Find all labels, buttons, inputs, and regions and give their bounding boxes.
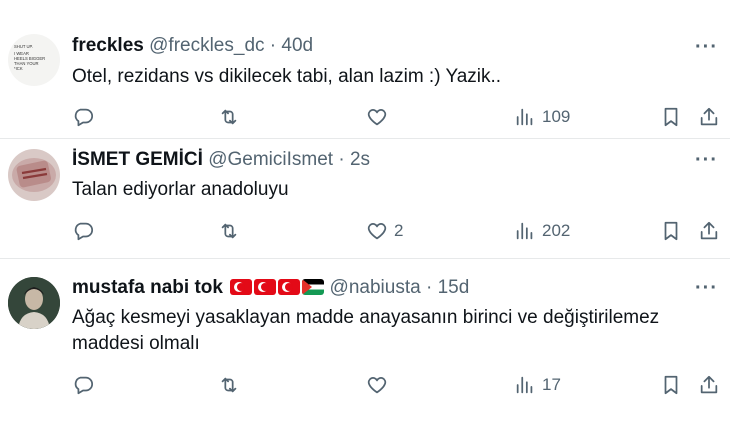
user-handle[interactable]: @GemiciIsmet xyxy=(208,149,333,170)
tweet-text: Ağaç kesmeyi yasaklayan madde anayasanın… xyxy=(72,307,660,354)
share-icon xyxy=(700,221,718,240)
svg-text:SHUT UP.: SHUT UP. xyxy=(14,44,33,49)
bookmark-icon xyxy=(664,375,678,395)
timestamp[interactable]: 40d xyxy=(281,35,313,56)
reply-button[interactable] xyxy=(72,104,100,130)
avatar[interactable]: SHUT UP. I WEAR HEELS BIGGER THAN YOUR *… xyxy=(8,34,60,86)
share-icon xyxy=(700,375,718,394)
views-icon xyxy=(516,222,533,240)
bookmark-button[interactable] xyxy=(660,372,682,398)
views-button[interactable]: 202 xyxy=(514,218,570,244)
tweet-header: freckles @freckles_dc · 40d xyxy=(72,34,313,58)
more-options-icon[interactable]: ··· xyxy=(695,36,718,59)
separator: · xyxy=(338,149,345,170)
turkey-flag-icon xyxy=(278,279,301,295)
bookmark-button[interactable] xyxy=(660,104,682,130)
bookmark-button[interactable] xyxy=(660,218,682,244)
views-icon xyxy=(516,108,533,126)
retweet-icon xyxy=(221,377,237,393)
palestine-flag-icon xyxy=(302,279,325,295)
views-button[interactable]: 17 xyxy=(514,372,561,398)
turkey-flag-icon xyxy=(230,279,253,295)
separator: · xyxy=(269,35,277,56)
reply-button[interactable] xyxy=(72,218,100,244)
share-button[interactable] xyxy=(698,372,720,398)
bookmark-icon xyxy=(664,107,678,127)
user-handle[interactable]: @nabiusta xyxy=(330,277,421,298)
reply-icon xyxy=(74,376,94,395)
like-count: 2 xyxy=(394,221,404,240)
avatar[interactable] xyxy=(8,277,60,329)
like-icon xyxy=(367,223,387,240)
reply-icon xyxy=(74,222,94,241)
views-button[interactable]: 109 xyxy=(514,104,570,130)
reply-button[interactable] xyxy=(72,372,100,398)
tweet[interactable]: SHUT UP. I WEAR HEELS BIGGER THAN YOUR *… xyxy=(0,0,730,138)
display-name[interactable]: İSMET GEMİCİ xyxy=(72,149,203,170)
share-button[interactable] xyxy=(698,218,720,244)
bookmark-icon xyxy=(664,221,678,241)
retweet-button[interactable] xyxy=(218,104,246,130)
retweet-icon xyxy=(221,223,237,239)
like-button[interactable]: 2 xyxy=(366,218,403,244)
retweet-icon xyxy=(221,109,237,125)
timestamp[interactable]: 15d xyxy=(438,277,470,298)
action-bar: 109 xyxy=(0,104,730,130)
timestamp[interactable]: 2s xyxy=(350,149,370,170)
views-count: 17 xyxy=(542,375,561,394)
tweet-header: mustafa nabi tok @nabiusta · 15d xyxy=(72,276,469,300)
user-handle[interactable]: @freckles_dc xyxy=(149,35,264,56)
like-icon xyxy=(367,377,387,394)
separator: · xyxy=(425,277,433,298)
action-bar: 2 202 xyxy=(0,218,730,244)
retweet-button[interactable] xyxy=(218,372,246,398)
tweet-header: İSMET GEMİCİ @GemiciIsmet · 2s xyxy=(72,148,370,172)
reply-icon xyxy=(74,108,94,127)
like-button[interactable] xyxy=(366,372,394,398)
tweet[interactable]: mustafa nabi tok @nabiusta · 15d ··· Ağa… xyxy=(0,258,730,421)
display-name[interactable]: mustafa nabi tok xyxy=(72,277,223,298)
share-icon xyxy=(700,107,718,126)
tweet-text: Talan ediyorlar anadoluyu xyxy=(72,179,289,200)
tweet-text: Otel, rezidans vs dikilecek tabi, alan l… xyxy=(72,66,502,87)
retweet-button[interactable] xyxy=(218,218,246,244)
views-count: 202 xyxy=(542,221,571,240)
display-name[interactable]: freckles xyxy=(72,35,144,56)
turkey-flag-icon xyxy=(254,279,277,295)
views-count: 109 xyxy=(542,107,571,126)
more-options-icon[interactable]: ··· xyxy=(695,277,718,300)
action-bar: 17 xyxy=(0,372,730,398)
views-icon xyxy=(516,376,533,394)
like-button[interactable] xyxy=(366,104,394,130)
like-icon xyxy=(367,109,387,126)
share-button[interactable] xyxy=(698,104,720,130)
more-options-icon[interactable]: ··· xyxy=(695,149,718,172)
tweet[interactable]: İSMET GEMİCİ @GemiciIsmet · 2s ··· Talan… xyxy=(0,138,730,259)
avatar[interactable] xyxy=(8,149,60,201)
svg-text:*ICK: *ICK xyxy=(14,66,23,71)
